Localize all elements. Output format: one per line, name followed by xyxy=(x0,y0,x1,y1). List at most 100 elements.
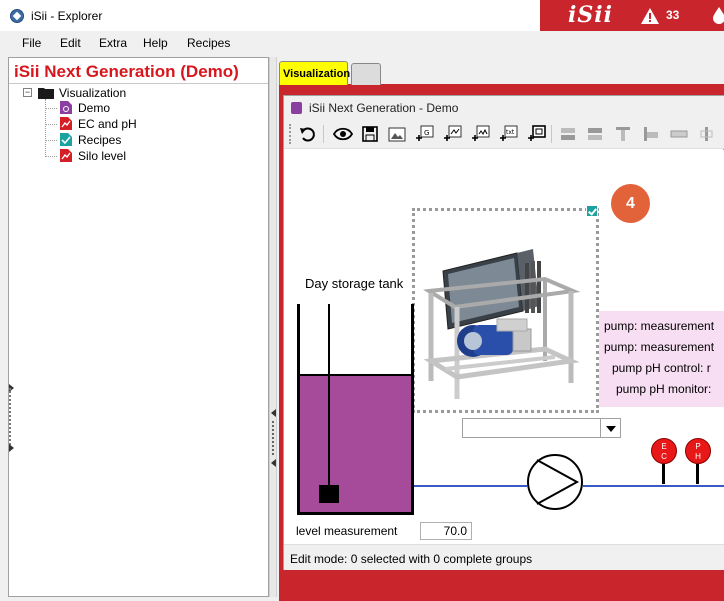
pump-triangle-icon xyxy=(536,459,580,505)
drop-icon[interactable] xyxy=(712,6,724,24)
pipe-segment xyxy=(583,485,724,487)
menu-bar: File Edit Extra Help Recipes xyxy=(0,31,724,55)
left-edge-grip[interactable] xyxy=(9,388,11,448)
editor-statusbar: Edit mode: 0 selected with 0 complete gr… xyxy=(284,544,724,570)
menu-edit[interactable]: Edit xyxy=(60,36,81,50)
pump-info-line: pump pH monitor: xyxy=(616,382,712,396)
tab-empty[interactable] xyxy=(351,63,381,85)
menu-extra[interactable]: Extra xyxy=(99,36,127,50)
level-probe-rod xyxy=(328,304,330,491)
svg-text:G: G xyxy=(424,129,429,137)
tree-branch xyxy=(45,108,57,109)
tank-label: Day storage tank xyxy=(305,276,404,291)
editor-title: iSii Next Generation - Demo xyxy=(309,101,459,115)
tree-collapse-toggle[interactable]: − xyxy=(23,88,32,97)
align-bottom-icon[interactable] xyxy=(584,123,606,145)
trend-chart-icon xyxy=(60,117,72,130)
eye-icon[interactable] xyxy=(332,123,354,145)
panel-splitter[interactable] xyxy=(269,57,277,597)
tab-label: Visualization xyxy=(283,68,351,80)
toolbar-separator xyxy=(551,125,552,143)
level-probe-sensor xyxy=(319,485,339,503)
edit-mode-status: Edit mode: 0 selected with 0 complete gr… xyxy=(290,552,533,566)
tree-node-visualization[interactable]: Visualization xyxy=(59,86,126,100)
align-left-icon[interactable] xyxy=(612,123,634,145)
save-icon[interactable] xyxy=(359,123,381,145)
add-text-icon[interactable]: txt xyxy=(498,123,520,145)
add-chart-icon[interactable] xyxy=(470,123,492,145)
explorer-panel: iSii Next Generation (Demo) − Visualizat… xyxy=(8,57,269,597)
alert-icon[interactable] xyxy=(640,7,660,25)
tank-wall xyxy=(297,304,300,515)
tab-strip: Visualization xyxy=(279,59,724,85)
sensor-label-top: E xyxy=(661,442,667,451)
menu-file[interactable]: File xyxy=(22,36,41,50)
recipe-check-icon xyxy=(60,133,72,146)
editor-canvas[interactable]: 4 Day storage tank pump: measurement pum… xyxy=(284,150,724,544)
sensor-stem xyxy=(662,464,665,484)
brand-status-area: iSii 33 xyxy=(540,0,724,31)
selected-machine-image[interactable] xyxy=(412,208,599,413)
app-icon xyxy=(10,9,24,23)
chevron-down-icon[interactable] xyxy=(600,419,620,437)
pump-symbol[interactable] xyxy=(527,454,583,510)
visualization-doc-icon xyxy=(60,101,72,114)
tree-branch xyxy=(45,156,57,157)
tank-liquid-fill xyxy=(299,375,411,512)
title-bar: iSii - Explorer iSii 33 xyxy=(0,0,724,31)
machine-illustration xyxy=(422,249,581,399)
sensor-label-top: P xyxy=(695,442,701,451)
undo-icon[interactable] xyxy=(297,123,319,145)
splitter-grip[interactable] xyxy=(272,421,274,455)
selected-check-icon xyxy=(586,205,598,217)
svg-text:txt: txt xyxy=(506,129,515,136)
toolbar-separator xyxy=(323,125,324,143)
add-group-icon[interactable]: G xyxy=(414,123,436,145)
menu-help[interactable]: Help xyxy=(143,36,168,50)
align-right-icon[interactable] xyxy=(696,123,718,145)
tree-node-demo[interactable]: Demo xyxy=(78,101,110,115)
folder-icon xyxy=(38,88,54,99)
add-trend-icon[interactable] xyxy=(442,123,464,145)
tree-node-silo-level[interactable]: Silo level xyxy=(78,149,126,163)
pump-info-line: pump: measurement xyxy=(604,340,715,354)
toolbar-grip xyxy=(289,124,291,144)
tree-node-recipes[interactable]: Recipes xyxy=(78,133,121,147)
pump-info-line: pump pH control: r xyxy=(612,361,711,375)
align-top-icon[interactable] xyxy=(557,123,579,145)
splitter-left-arrow-icon[interactable] xyxy=(271,409,276,417)
level-measurement-label: level measurement xyxy=(296,524,398,538)
splitter-left-arrow-icon[interactable] xyxy=(271,459,276,467)
canvas-dropdown[interactable] xyxy=(462,418,621,438)
panel-divider xyxy=(9,83,268,84)
editor-toolbar: G txt xyxy=(284,119,724,149)
distribute-icon[interactable] xyxy=(668,123,690,145)
sensor-label-bottom: C xyxy=(661,452,667,461)
brand-logo: iSii xyxy=(568,2,613,28)
panel-title: iSii Next Generation (Demo) xyxy=(14,62,239,81)
document-icon xyxy=(291,102,302,114)
tank-liquid-level-line xyxy=(299,374,412,376)
pump-info-panel[interactable]: pump: measurement pump: measurement pump… xyxy=(599,311,724,407)
menu-recipes[interactable]: Recipes xyxy=(187,36,230,50)
sensor-label-bottom: H xyxy=(695,452,701,461)
tank-wall xyxy=(411,304,414,515)
add-frame-icon[interactable] xyxy=(526,123,548,145)
image-icon[interactable] xyxy=(386,123,408,145)
tab-visualization[interactable]: Visualization xyxy=(279,61,351,85)
tank-wall xyxy=(297,512,414,515)
tree-branch xyxy=(45,124,57,125)
expand-left-arrow-icon[interactable] xyxy=(9,444,14,452)
align-center-icon[interactable] xyxy=(640,123,662,145)
alert-count: 33 xyxy=(666,8,680,22)
editor-titlebar: iSii Next Generation - Demo xyxy=(284,96,724,119)
tree-node-ec-ph[interactable]: EC and pH xyxy=(78,117,137,131)
tree-branch xyxy=(45,140,57,141)
window-title: iSii - Explorer xyxy=(31,9,103,23)
pump-info-line: pump: measurement xyxy=(604,319,715,333)
sensor-stem xyxy=(696,464,699,484)
pipe-segment xyxy=(414,485,527,487)
level-measurement-value[interactable]: 70.0 xyxy=(420,522,472,540)
selection-count-badge: 4 xyxy=(611,184,650,223)
day-storage-tank[interactable] xyxy=(297,304,414,515)
